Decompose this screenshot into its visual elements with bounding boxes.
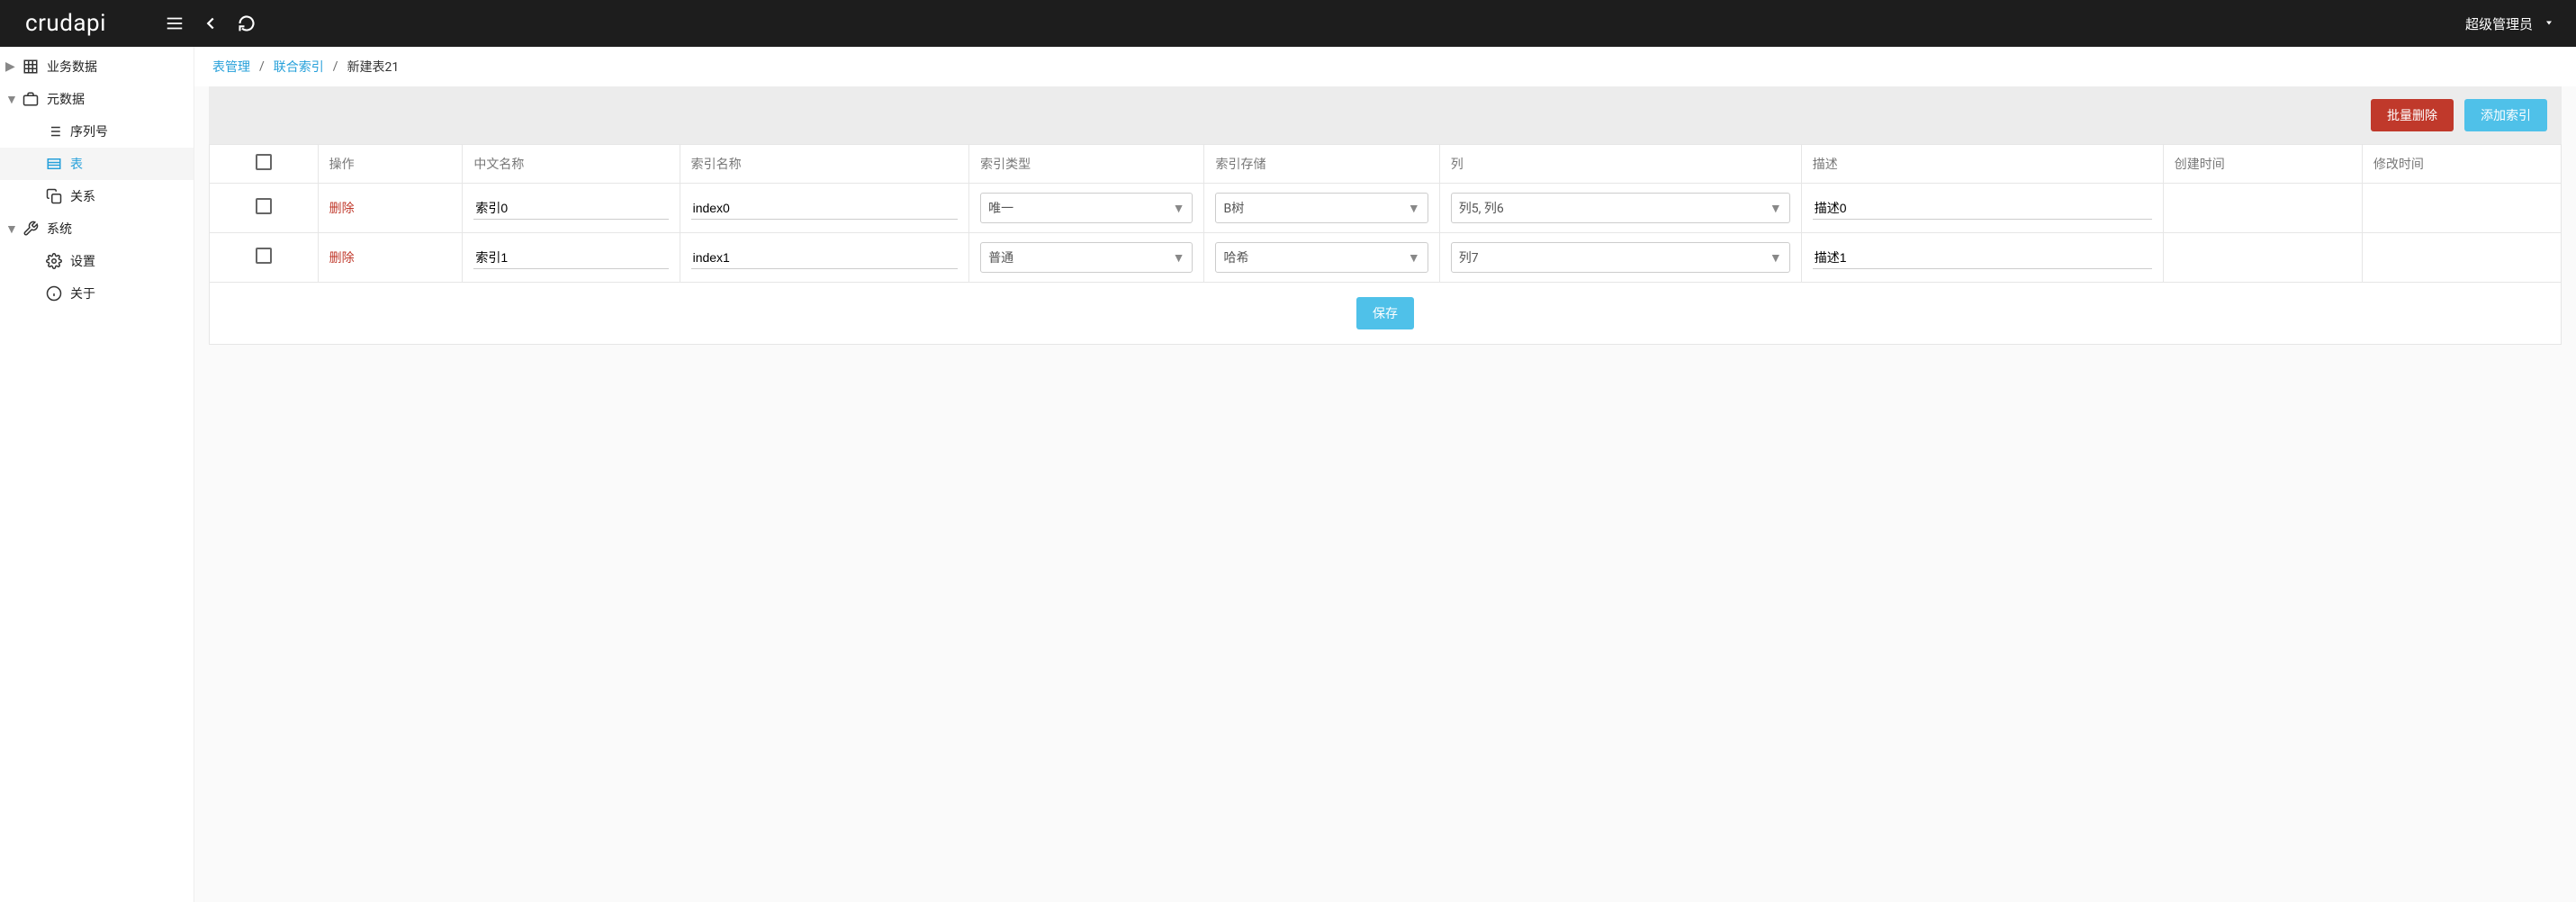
select-value: 列7	[1459, 248, 1479, 266]
header-icons	[164, 13, 257, 34]
list-icon	[45, 122, 63, 140]
caret-down-icon: ▼	[1173, 250, 1185, 266]
index-storage-select[interactable]: 哈希 ▼	[1215, 242, 1428, 273]
delete-link[interactable]: 删除	[329, 251, 355, 266]
col-modified: 修改时间	[2362, 145, 2561, 184]
created-cell	[2163, 184, 2362, 233]
briefcase-icon	[22, 90, 40, 108]
sidebar-item-sequence[interactable]: 序列号	[0, 115, 194, 148]
copy-icon	[45, 187, 63, 205]
sidebar-item-table[interactable]: 表	[0, 148, 194, 180]
row-checkbox[interactable]	[256, 198, 272, 214]
sidebar-item-about[interactable]: 关于	[0, 277, 194, 310]
col-cols: 列	[1439, 145, 1801, 184]
sidebar-item-settings[interactable]: 设置	[0, 245, 194, 277]
sidebar-item-relation[interactable]: 关系	[0, 180, 194, 212]
wrench-icon	[22, 220, 40, 238]
col-index-storage: 索引存储	[1204, 145, 1439, 184]
main-content: 表管理 / 联合索引 / 新建表21 批量删除 添加索引 操作 中文名称 索引名…	[194, 47, 2576, 902]
logo: crudapi	[25, 10, 106, 37]
table-header-row: 操作 中文名称 索引名称 索引类型 索引存储 列 描述 创建时间 修改时间	[210, 145, 2562, 184]
col-desc: 描述	[1801, 145, 2163, 184]
gear-icon	[45, 252, 63, 270]
caret-down-icon: ▼	[5, 92, 14, 107]
sidebar-item-business-data[interactable]: ▶ 业务数据	[0, 50, 194, 83]
breadcrumb-composite-index[interactable]: 联合索引	[274, 58, 324, 76]
breadcrumb-separator: /	[259, 59, 265, 74]
add-index-button[interactable]: 添加索引	[2464, 99, 2547, 131]
index-table: 操作 中文名称 索引名称 索引类型 索引存储 列 描述 创建时间 修改时间 删	[209, 144, 2562, 283]
sidebar-item-label: 系统	[47, 220, 72, 238]
breadcrumb-current: 新建表21	[347, 58, 400, 76]
col-operation: 操作	[318, 145, 463, 184]
caret-down-icon: ▼	[5, 221, 14, 237]
select-all-checkbox[interactable]	[256, 154, 272, 170]
col-index-name: 索引名称	[680, 145, 969, 184]
caret-right-icon: ▶	[5, 59, 14, 74]
cn-name-input[interactable]	[473, 247, 668, 269]
desc-input[interactable]	[1813, 197, 2152, 220]
caret-down-icon: ▼	[1408, 201, 1420, 216]
created-cell	[2163, 233, 2362, 283]
breadcrumb: 表管理 / 联合索引 / 新建表21	[194, 47, 2576, 86]
user-label: 超级管理员	[2465, 14, 2533, 33]
sidebar-item-label: 设置	[70, 252, 95, 270]
info-icon	[45, 284, 63, 302]
modified-cell	[2362, 233, 2561, 283]
modified-cell	[2362, 184, 2561, 233]
table-icon	[45, 155, 63, 173]
select-value: 列5, 列6	[1459, 199, 1504, 217]
menu-icon[interactable]	[164, 13, 185, 34]
delete-link[interactable]: 删除	[329, 202, 355, 216]
index-name-input[interactable]	[691, 247, 959, 269]
header-left: crudapi	[14, 10, 257, 37]
cn-name-input[interactable]	[473, 197, 668, 220]
breadcrumb-separator: /	[333, 59, 338, 74]
select-value: B树	[1223, 199, 1244, 217]
sidebar-item-system[interactable]: ▼ 系统	[0, 212, 194, 245]
app-header: crudapi 超级管理员	[0, 0, 2576, 47]
table-row: 删除 普通 ▼ 哈希 ▼ 列7 ▼	[210, 233, 2562, 283]
col-index-type: 索引类型	[969, 145, 1204, 184]
col-cn-name: 中文名称	[463, 145, 680, 184]
index-name-input[interactable]	[691, 197, 959, 220]
sidebar-item-label: 关系	[70, 187, 95, 205]
toolbar: 批量删除 添加索引	[209, 86, 2562, 144]
save-footer: 保存	[209, 283, 2562, 345]
col-created: 创建时间	[2163, 145, 2362, 184]
sidebar-item-label: 序列号	[70, 122, 108, 140]
save-button[interactable]: 保存	[1356, 297, 1414, 329]
row-checkbox[interactable]	[256, 248, 272, 264]
sidebar-item-label: 业务数据	[47, 58, 97, 76]
sidebar-item-label: 表	[70, 155, 83, 173]
index-storage-select[interactable]: B树 ▼	[1215, 193, 1428, 223]
caret-down-icon: ▼	[1770, 250, 1782, 266]
caret-down-icon: ▼	[1173, 201, 1185, 216]
back-icon[interactable]	[200, 13, 221, 34]
cols-select[interactable]: 列5, 列6 ▼	[1451, 193, 1790, 223]
select-value: 普通	[988, 248, 1013, 266]
sidebar: ▶ 业务数据 ▼ 元数据 序列号 表	[0, 47, 194, 902]
desc-input[interactable]	[1813, 247, 2152, 269]
index-type-select[interactable]: 普通 ▼	[980, 242, 1193, 273]
user-menu[interactable]: 超级管理员	[2465, 14, 2554, 33]
breadcrumb-table-management[interactable]: 表管理	[212, 58, 250, 76]
select-value: 唯一	[988, 199, 1013, 217]
table-row: 删除 唯一 ▼ B树 ▼ 列5, 列6 ▼	[210, 184, 2562, 233]
select-value: 哈希	[1223, 248, 1248, 266]
sidebar-item-metadata[interactable]: ▼ 元数据	[0, 83, 194, 115]
caret-down-icon: ▼	[1770, 201, 1782, 216]
caret-down-icon: ▼	[1408, 250, 1420, 266]
refresh-icon[interactable]	[236, 13, 257, 34]
index-type-select[interactable]: 唯一 ▼	[980, 193, 1193, 223]
caret-down-icon	[2544, 15, 2554, 32]
grid-icon	[22, 58, 40, 76]
batch-delete-button[interactable]: 批量删除	[2371, 99, 2454, 131]
cols-select[interactable]: 列7 ▼	[1451, 242, 1790, 273]
sidebar-item-label: 元数据	[47, 90, 85, 108]
sidebar-item-label: 关于	[70, 284, 95, 302]
